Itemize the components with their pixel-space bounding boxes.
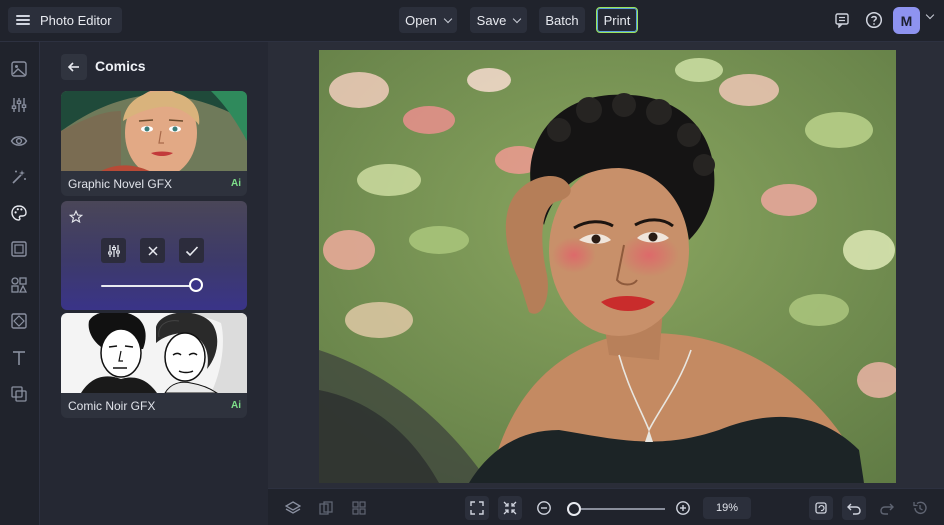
batch-button[interactable]: Batch: [539, 7, 585, 33]
chevron-down-icon: [513, 14, 522, 23]
overlay-icon[interactable]: [8, 383, 30, 405]
top-bar: Photo Editor Open Save Batch Print M: [0, 0, 944, 42]
effect-label-row: Graphic Novel GFX Ai: [61, 171, 247, 196]
history-icon[interactable]: [908, 496, 932, 520]
eye-icon[interactable]: [8, 130, 30, 152]
fit-screen-icon[interactable]: [465, 496, 489, 520]
effect-settings-button[interactable]: [101, 238, 126, 263]
texture-icon[interactable]: [8, 310, 30, 332]
compare-icon[interactable]: [314, 496, 338, 520]
intensity-slider-thumb[interactable]: [189, 278, 203, 292]
adjustments-icon[interactable]: [8, 94, 30, 116]
effect-card-graphic-novel[interactable]: Graphic Novel GFX Ai: [61, 91, 247, 196]
panel-title: Comics: [95, 58, 146, 74]
hamburger-icon: [16, 15, 30, 25]
zoom-slider-thumb[interactable]: [566, 502, 581, 516]
actual-size-icon[interactable]: [498, 496, 522, 520]
close-icon: [147, 245, 158, 256]
effect-card-comic-noir[interactable]: Comic Noir GFX Ai: [61, 313, 247, 418]
effects-panel: Comics Graphic Novel GFX Ai Comic Noir G…: [41, 42, 267, 525]
active-effect-controls: [61, 201, 247, 310]
text-icon[interactable]: [8, 347, 30, 369]
effect-label: Comic Noir GFX: [68, 398, 156, 413]
ai-badge: Ai: [231, 178, 241, 189]
sliders-icon: [107, 244, 120, 257]
effect-thumbnail: [61, 313, 247, 393]
open-label: Open: [405, 12, 437, 28]
canvas-area[interactable]: [268, 42, 944, 488]
zoom-slider-track[interactable]: [569, 508, 665, 510]
intensity-slider-track[interactable]: [101, 285, 201, 287]
grid-icon[interactable]: [347, 496, 371, 520]
feedback-icon[interactable]: [830, 8, 854, 32]
image-icon[interactable]: [8, 58, 30, 80]
photo-canvas[interactable]: [319, 50, 896, 483]
undo-icon[interactable]: [842, 496, 866, 520]
avatar-initial: M: [900, 12, 913, 29]
zoom-level[interactable]: 19%: [703, 497, 751, 519]
effect-label-row: Comic Noir GFX Ai: [61, 393, 247, 418]
shapes-icon[interactable]: [8, 274, 30, 296]
save-button[interactable]: Save: [470, 7, 527, 33]
star-icon[interactable]: [68, 209, 84, 229]
palette-icon[interactable]: [8, 202, 30, 224]
batch-label: Batch: [545, 12, 579, 28]
app-title: Photo Editor: [40, 12, 112, 28]
chevron-down-icon[interactable]: [925, 10, 935, 20]
avatar[interactable]: M: [893, 7, 920, 34]
help-icon[interactable]: [862, 8, 886, 32]
magic-wand-icon[interactable]: [8, 166, 30, 188]
print-label: Print: [603, 12, 631, 28]
print-button[interactable]: Print: [596, 7, 638, 33]
tool-rail: [0, 42, 40, 525]
cancel-button[interactable]: [140, 238, 165, 263]
ai-badge: Ai: [231, 400, 241, 411]
arrow-left-icon: [67, 62, 79, 72]
rotate-icon[interactable]: [809, 496, 833, 520]
apply-button[interactable]: [179, 238, 204, 263]
check-icon: [185, 245, 198, 256]
bottom-bar: 19%: [268, 488, 944, 525]
effect-label: Graphic Novel GFX: [68, 176, 173, 191]
open-button[interactable]: Open: [399, 7, 457, 33]
zoom-out-icon[interactable]: [532, 496, 556, 520]
effect-thumbnail: [61, 91, 247, 171]
frame-icon[interactable]: [8, 238, 30, 260]
zoom-in-icon[interactable]: [671, 496, 695, 520]
back-button[interactable]: [61, 54, 87, 80]
chevron-down-icon: [443, 14, 453, 23]
redo-icon[interactable]: [875, 496, 899, 520]
app-menu-button[interactable]: Photo Editor: [8, 7, 122, 33]
layers-icon[interactable]: [281, 496, 305, 520]
save-label: Save: [476, 12, 507, 28]
